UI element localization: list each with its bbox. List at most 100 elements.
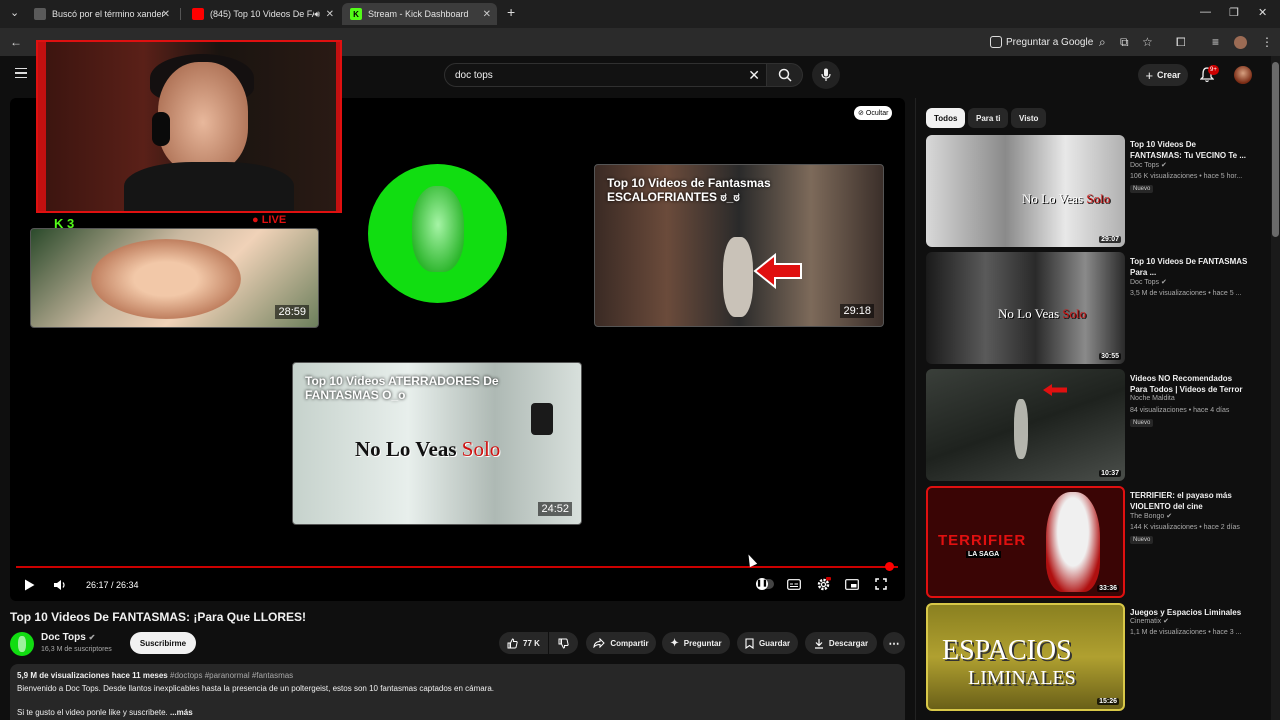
browser-tab-2[interactable]: (845) Top 10 Videos De FANTA 🔊︎ ✕ — [184, 3, 340, 25]
recommended-video[interactable]: No Lo Veas Solo 30:55 Top 10 Videos De F… — [926, 252, 1256, 364]
overlay-text-red: Solo — [461, 437, 501, 461]
back-icon[interactable]: ← — [10, 35, 22, 49]
ask-button[interactable]: ✦ Preguntar — [662, 632, 730, 654]
video-thumbnail[interactable]: No Lo Veas Solo 30:55 — [926, 252, 1125, 364]
save-button[interactable]: Guardar — [737, 632, 798, 654]
media-control-icon[interactable]: ≡ — [1212, 35, 1219, 49]
install-app-icon[interactable]: ⧉ — [1120, 35, 1129, 50]
video-thumbnail[interactable]: No Lo Veas Solo 29:07 — [926, 135, 1125, 247]
recommended-video[interactable]: No Lo Veas Solo 29:07 Top 10 Videos De F… — [926, 135, 1256, 247]
video-duration: 24:52 — [538, 502, 572, 516]
recommended-video[interactable]: TERRIFIER LA SAGA 33:36 TERRIFIER: el pa… — [926, 486, 1256, 598]
video-meta: 3,5 M de visualizaciones • hace 5 ... — [1130, 290, 1242, 297]
clear-search-icon[interactable]: ✕ — [748, 67, 760, 84]
channel-name[interactable]: Doc Tops ✔ — [1130, 278, 1167, 286]
channel-name[interactable]: The Bongo ✔ — [1130, 512, 1172, 520]
channel-logo-image — [412, 186, 464, 272]
endscreen-video-1[interactable]: 28:59 — [30, 228, 319, 328]
search-icon — [778, 68, 792, 82]
browser-tab-1[interactable]: Buscó por el término xander filo ✕ — [26, 3, 176, 25]
subscribe-button[interactable]: Suscribirme — [130, 632, 196, 654]
description-box[interactable]: 5,9 M de visualizaciones hace 11 meses #… — [10, 664, 905, 720]
miniplayer-icon[interactable] — [845, 579, 859, 590]
tab-title: Stream - Kick Dashboard — [368, 9, 469, 19]
voice-search-button[interactable] — [812, 61, 840, 89]
close-tab-icon[interactable]: ✕ — [162, 9, 170, 20]
bookmark-star-icon[interactable]: ☆ — [1142, 35, 1153, 49]
tab-title: Buscó por el término xander filo — [52, 9, 164, 19]
volume-icon[interactable] — [53, 579, 66, 591]
search-input[interactable]: doc tops ✕ — [444, 63, 767, 87]
more-actions-icon[interactable]: ⋯ — [883, 632, 905, 654]
recommended-video[interactable]: ESPACIOS LIMINALES 15:26 Juegos y Espaci… — [926, 603, 1256, 711]
channel-name[interactable]: Noche Maldita — [1130, 395, 1175, 402]
chip-visto[interactable]: Visto — [1011, 108, 1047, 128]
video-title[interactable]: Top 10 Videos De FANTASMAS: Tu VECINO Te… — [1130, 139, 1248, 161]
overlay-text-red: Solo — [1086, 191, 1111, 206]
video-title[interactable]: Videos NO Recomendados Para Todos | Vide… — [1130, 373, 1248, 395]
tab-search-icon[interactable]: ⌄ — [10, 6, 19, 19]
google-lens-icon — [990, 36, 1002, 48]
hashtags[interactable]: #doctops #paranormal #fantasmas — [170, 671, 293, 680]
browser-tab-3[interactable]: K Stream - Kick Dashboard ✕ — [342, 3, 497, 25]
hide-endscreen-button[interactable]: ⊘ Ocultar — [854, 106, 893, 120]
channel-name[interactable]: Cinematix ✔ — [1130, 617, 1169, 625]
video-title[interactable]: TERRIFIER: el payaso más VIOLENTO del ci… — [1130, 490, 1248, 512]
video-thumbnail[interactable]: ESPACIOS LIMINALES 15:26 — [926, 603, 1125, 711]
video-title[interactable]: Top 10 Videos De FANTASMAS Para ... — [1130, 256, 1248, 278]
tab-separator — [180, 8, 181, 20]
chip-para-ti[interactable]: Para ti — [968, 108, 1009, 128]
channel-avatar[interactable] — [10, 632, 34, 656]
ask-google-button[interactable]: Preguntar a Google — [990, 32, 1093, 52]
video-meta: 84 visualizaciones • hace 4 días — [1130, 407, 1230, 414]
account-avatar[interactable] — [1234, 66, 1252, 84]
subtitles-icon[interactable] — [787, 579, 801, 590]
profile-avatar[interactable] — [1234, 36, 1247, 49]
tab-title: (845) Top 10 Videos De FANTA — [210, 9, 314, 19]
extensions-icon[interactable]: ⧠ — [1176, 35, 1186, 50]
new-tab-icon[interactable]: + — [507, 4, 515, 20]
progress-scrubber[interactable] — [885, 562, 895, 571]
search-button[interactable] — [767, 63, 803, 87]
red-arrow-icon — [1043, 384, 1067, 396]
maximize-icon[interactable]: ❐ — [1229, 6, 1239, 19]
verified-icon: ✔ — [88, 633, 96, 642]
hide-label: Ocultar — [865, 109, 889, 117]
show-more-link[interactable]: ...más — [170, 708, 193, 717]
close-tab-icon[interactable]: ✕ — [483, 9, 491, 20]
description-text: Bienvenido a Doc Tops. Desde llantos ine… — [17, 684, 495, 693]
like-button[interactable]: 77 K — [499, 632, 548, 654]
terrifier-logo-text: TERRIFIER — [938, 532, 1027, 549]
dislike-button[interactable] — [549, 632, 578, 654]
like-count: 77 K — [523, 638, 540, 648]
download-button[interactable]: Descargar — [805, 632, 877, 654]
endscreen-channel-subscribe[interactable] — [368, 164, 507, 303]
chip-todos[interactable]: Todos — [926, 108, 966, 128]
endscreen-video-3[interactable]: Top 10 Videos ATERRADORES De FANTASMAS O… — [292, 362, 582, 525]
speaker-icon[interactable]: 🔊︎ — [314, 9, 320, 20]
description-text-2: Si te gusto el video ponle like y suscri… — [17, 708, 193, 717]
channel-name[interactable]: Doc Tops ✔ — [1130, 161, 1167, 169]
play-icon[interactable] — [24, 579, 35, 591]
progress-bar[interactable] — [16, 566, 898, 568]
tab-favicon — [34, 8, 46, 20]
channel-name-text: The Bongo — [1130, 513, 1165, 520]
close-window-icon[interactable]: ✕ — [1258, 6, 1267, 19]
close-tab-icon[interactable]: ✕ — [326, 9, 334, 20]
menu-icon[interactable] — [15, 68, 27, 78]
autoplay-toggle[interactable]: ❚❚ — [756, 578, 774, 590]
create-button[interactable]: + Crear — [1138, 64, 1188, 86]
endscreen-video-2[interactable]: Top 10 Videos de Fantasmas ESCALOFRIANTE… — [594, 164, 884, 327]
zoom-icon[interactable]: ⌕ — [1099, 35, 1106, 50]
share-button[interactable]: Compartir — [586, 632, 656, 654]
fullscreen-icon[interactable] — [875, 578, 887, 590]
minimize-icon[interactable]: — — [1200, 6, 1211, 18]
video-thumbnail[interactable]: TERRIFIER LA SAGA 33:36 — [926, 486, 1125, 598]
video-thumbnail[interactable]: 10:37 — [926, 369, 1125, 481]
browser-menu-icon[interactable]: ⋮ — [1261, 35, 1273, 49]
scrollbar-thumb[interactable] — [1272, 62, 1279, 237]
video-meta: 106 K visualizaciones • hace 5 hor... — [1130, 173, 1243, 180]
recommended-video[interactable]: 10:37 Videos NO Recomendados Para Todos … — [926, 369, 1256, 481]
settings-gear-icon[interactable] — [816, 577, 831, 592]
channel-name[interactable]: Doc Tops ✔ — [41, 632, 95, 643]
